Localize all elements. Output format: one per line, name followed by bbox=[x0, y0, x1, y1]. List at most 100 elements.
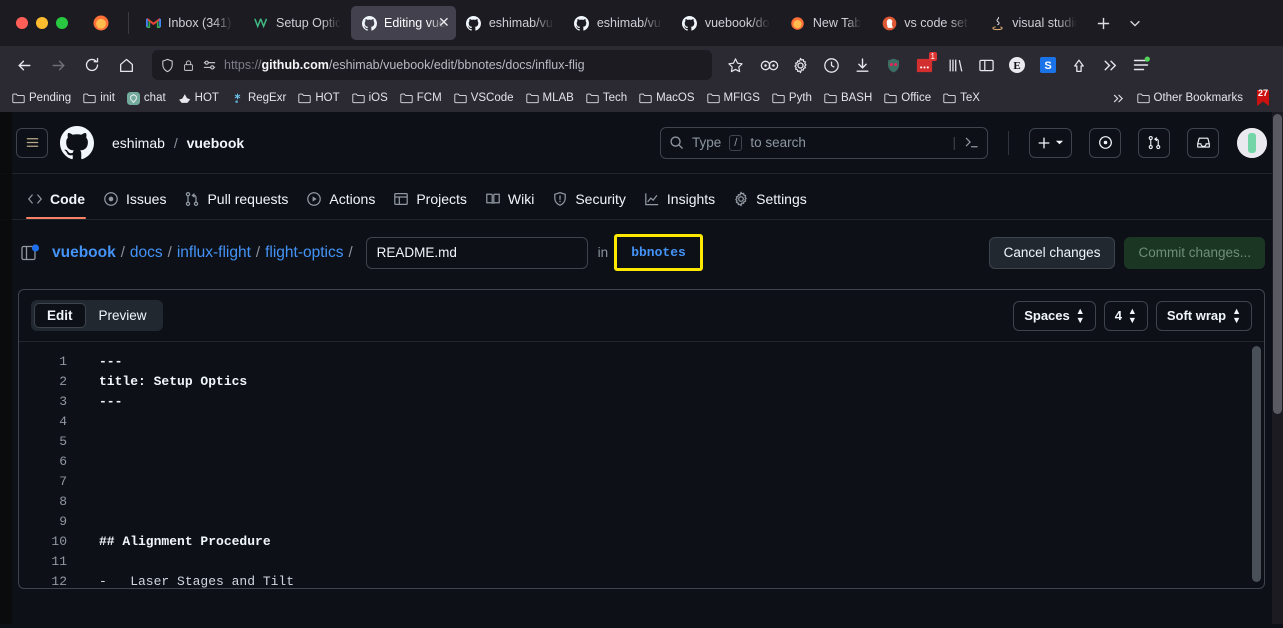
bookmark-star-icon[interactable] bbox=[722, 57, 748, 74]
breadcrumb-segment[interactable]: flight-optics bbox=[265, 244, 343, 262]
code-line[interactable] bbox=[99, 552, 1264, 572]
bookmark-item[interactable]: MacOS bbox=[634, 90, 699, 106]
close-tab-button[interactable]: ✕ bbox=[436, 15, 452, 31]
code-line[interactable] bbox=[99, 412, 1264, 432]
file-tree-toggle-icon[interactable] bbox=[18, 241, 42, 265]
breadcrumb-segment[interactable]: influx-flight bbox=[177, 244, 251, 262]
notifications-button[interactable] bbox=[1187, 127, 1219, 158]
extension-badge-icon[interactable]: 1 bbox=[909, 50, 939, 80]
repo-nav-pull-requests[interactable]: Pull requests bbox=[175, 191, 297, 219]
bookmark-item[interactable]: chat bbox=[122, 90, 171, 107]
code-line[interactable]: - Laser Stages and Tilt bbox=[99, 572, 1264, 588]
code-content[interactable]: --- title: Setup Optics --- ## Alignment Pr… bbox=[81, 342, 1264, 588]
bookmark-item[interactable]: HOT bbox=[173, 90, 224, 107]
bitwarden-icon[interactable] bbox=[754, 50, 784, 80]
download-icon[interactable] bbox=[847, 50, 877, 80]
filename-input[interactable] bbox=[365, 236, 588, 269]
bookmark-count-badge[interactable]: 27 bbox=[1250, 87, 1276, 109]
repo-name-link[interactable]: vuebook bbox=[187, 135, 245, 151]
forward-button[interactable] bbox=[42, 50, 74, 80]
code-line[interactable] bbox=[99, 512, 1264, 532]
global-nav-menu-button[interactable] bbox=[16, 127, 48, 158]
bookmark-item[interactable]: FCM bbox=[395, 90, 447, 106]
bookmark-item[interactable]: Office bbox=[879, 90, 936, 106]
browser-tab[interactable]: Inbox (341) - bbox=[135, 6, 243, 40]
address-bar[interactable]: https://github.com/eshimab/vuebook/edit/… bbox=[152, 50, 712, 80]
repo-nav-wiki[interactable]: Wiki bbox=[476, 191, 543, 219]
bookmark-item[interactable]: MLAB bbox=[521, 90, 579, 106]
issues-button[interactable] bbox=[1089, 127, 1121, 158]
home-button[interactable] bbox=[110, 50, 142, 80]
back-button[interactable] bbox=[8, 50, 40, 80]
github-logo-icon[interactable] bbox=[60, 125, 94, 160]
code-line[interactable]: --- bbox=[99, 352, 1264, 372]
bookmark-item[interactable]: init bbox=[78, 90, 120, 106]
indent-size-select[interactable]: 4 ▲ ▼ bbox=[1103, 300, 1148, 331]
browser-tab[interactable]: Editing vue ✕ bbox=[351, 6, 456, 40]
minimize-window-button[interactable] bbox=[36, 17, 48, 29]
bookmark-item[interactable]: Pending bbox=[7, 90, 76, 106]
browser-tab[interactable]: New Tab bbox=[780, 6, 871, 40]
tab-edit[interactable]: Edit bbox=[34, 303, 86, 328]
commit-changes-button[interactable]: Commit changes... bbox=[1124, 236, 1265, 269]
repo-nav-security[interactable]: Security bbox=[543, 191, 635, 219]
branch-name-highlight[interactable]: bbnotes bbox=[614, 234, 703, 271]
repo-nav-projects[interactable]: Projects bbox=[384, 191, 476, 219]
tracking-protection-icon[interactable] bbox=[202, 58, 217, 73]
code-line[interactable] bbox=[99, 492, 1264, 512]
code-line[interactable]: ## Alignment Procedure bbox=[99, 532, 1264, 552]
pocket-icon[interactable] bbox=[1064, 50, 1094, 80]
breadcrumb-segment[interactable]: docs bbox=[130, 244, 163, 262]
breadcrumb-segment[interactable]: vuebook bbox=[52, 244, 116, 262]
other-bookmarks-folder[interactable]: Other Bookmarks bbox=[1132, 90, 1248, 106]
reload-button[interactable] bbox=[76, 50, 108, 80]
wrap-mode-select[interactable]: Soft wrap ▲ ▼ bbox=[1155, 300, 1252, 331]
ublock-origin-icon[interactable] bbox=[878, 50, 908, 80]
scholar-extension-icon[interactable]: S bbox=[1033, 50, 1063, 80]
overflow-chevrons-icon[interactable] bbox=[1095, 50, 1125, 80]
code-line[interactable]: --- bbox=[99, 392, 1264, 412]
browser-tab[interactable]: vs code setti bbox=[871, 6, 979, 40]
list-all-tabs-button[interactable] bbox=[1119, 7, 1151, 39]
browser-tab[interactable]: eshimab/vue bbox=[564, 6, 672, 40]
pull-requests-button[interactable] bbox=[1138, 127, 1170, 158]
bookmark-item[interactable]: RegExr bbox=[226, 90, 291, 107]
repo-nav-code[interactable]: Code bbox=[18, 191, 94, 219]
window-controls[interactable] bbox=[6, 17, 80, 29]
firefox-view-button[interactable] bbox=[80, 14, 122, 32]
bookmark-item[interactable]: Pyth bbox=[767, 90, 817, 106]
repo-nav-issues[interactable]: Issues bbox=[94, 191, 175, 219]
repo-owner-link[interactable]: eshimab bbox=[112, 135, 165, 151]
gear-icon[interactable] bbox=[785, 50, 815, 80]
bookmark-item[interactable]: BASH bbox=[819, 90, 877, 106]
repo-nav-settings[interactable]: Settings bbox=[724, 191, 816, 219]
maximize-window-button[interactable] bbox=[56, 17, 68, 29]
bookmark-item[interactable]: iOS bbox=[347, 90, 393, 106]
terminal-icon[interactable] bbox=[964, 135, 979, 150]
bookmark-item[interactable]: HOT bbox=[293, 90, 344, 106]
search-input[interactable]: Type / to search | bbox=[660, 126, 988, 159]
repo-nav-actions[interactable]: Actions bbox=[297, 191, 384, 219]
code-line[interactable] bbox=[99, 472, 1264, 492]
code-line[interactable]: title: Setup Optics bbox=[99, 372, 1264, 392]
close-window-button[interactable] bbox=[16, 17, 28, 29]
code-line[interactable] bbox=[99, 432, 1264, 452]
history-clock-icon[interactable] bbox=[816, 50, 846, 80]
code-editor[interactable]: 123456789101112131415 ---title: Setup Op… bbox=[19, 342, 1264, 588]
bookmark-item[interactable]: TeX bbox=[938, 90, 985, 106]
browser-tab[interactable]: vuebook/doc bbox=[672, 6, 780, 40]
shield-icon[interactable] bbox=[160, 58, 175, 73]
bookmarks-overflow-button[interactable] bbox=[1107, 90, 1130, 107]
page-scrollbar-thumb[interactable] bbox=[1273, 114, 1282, 414]
lock-icon[interactable] bbox=[182, 58, 195, 73]
avatar[interactable] bbox=[1237, 127, 1267, 158]
cancel-changes-button[interactable]: Cancel changes bbox=[988, 236, 1116, 269]
editor-scrollbar[interactable] bbox=[1252, 346, 1261, 582]
indent-mode-select[interactable]: Spaces ▲ ▼ bbox=[1013, 300, 1096, 331]
bookmark-item[interactable]: Tech bbox=[581, 90, 632, 106]
page-scrollbar[interactable] bbox=[1272, 112, 1283, 624]
sidebar-toggle-icon[interactable] bbox=[971, 50, 1001, 80]
create-new-button[interactable] bbox=[1029, 127, 1072, 158]
evernote-icon[interactable]: E bbox=[1002, 50, 1032, 80]
repo-nav-insights[interactable]: Insights bbox=[635, 191, 724, 219]
